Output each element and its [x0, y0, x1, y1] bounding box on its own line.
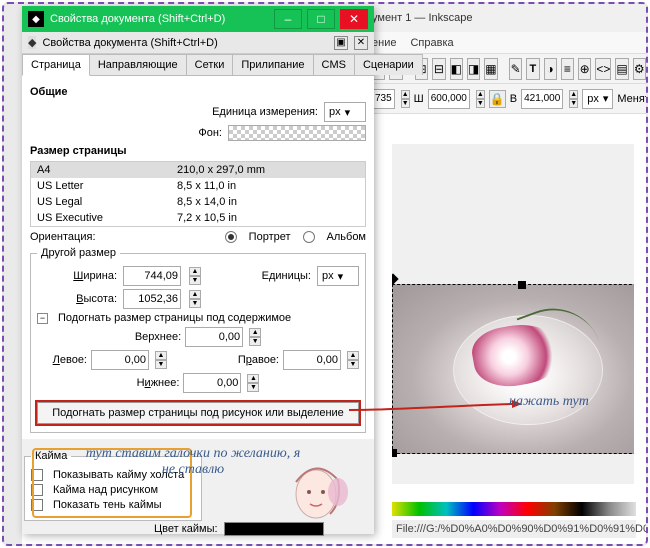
- minimize-button[interactable]: –: [274, 9, 302, 29]
- left-label: Левое:: [37, 354, 87, 366]
- dialog-tabs[interactable]: Страница Направляющие Сетки Прилипание C…: [22, 54, 374, 76]
- height-label: Высота:: [37, 293, 117, 305]
- dialog-body: Общие Единица измерения: px▾ Фон: Размер…: [22, 76, 374, 439]
- tool-icon[interactable]: ✎: [509, 58, 522, 80]
- border-color-label: Цвет каймы:: [154, 523, 218, 535]
- tab-snap[interactable]: Прилипание: [232, 54, 313, 75]
- tab-scripts[interactable]: Сценарии: [354, 54, 423, 75]
- bottom-label: Нижнее:: [137, 377, 180, 389]
- other-units-label: Единицы:: [262, 270, 311, 282]
- tab-grids[interactable]: Сетки: [186, 54, 234, 75]
- bg-label: Фон:: [198, 127, 222, 139]
- other-units-select[interactable]: px▾: [317, 266, 359, 286]
- tool-icon[interactable]: ⊕: [578, 58, 591, 80]
- dialog-icon: ◆: [28, 11, 44, 27]
- color-palette[interactable]: [392, 502, 636, 516]
- width-field[interactable]: 744,09: [123, 266, 181, 286]
- xml-icon[interactable]: <>: [595, 58, 611, 80]
- size-row: A4210,0 x 297,0 mm: [31, 162, 365, 178]
- bg-color-button[interactable]: [228, 125, 366, 141]
- canvas[interactable]: ↔: [392, 144, 634, 484]
- border-color-row: Цвет каймы:: [154, 522, 324, 536]
- close-panel-button[interactable]: ✕: [354, 36, 368, 50]
- other-size-legend: Другой размер: [37, 247, 120, 259]
- tool-icon[interactable]: ▤: [615, 58, 628, 80]
- inkscape-title: умент 1 — Inkscape: [372, 12, 472, 24]
- menu-help[interactable]: Справка: [410, 37, 453, 49]
- tool-icon[interactable]: ≡: [561, 58, 574, 80]
- tool-icon[interactable]: ⊟: [432, 58, 445, 80]
- size-row: US Executive7,2 x 10,5 in: [31, 210, 365, 226]
- dialog-subheader: ◆ Свойства документа (Shift+Ctrl+D) ▣ ✕: [22, 32, 374, 54]
- annotation-checks: тут ставим галочки по желанию, я не став…: [78, 446, 308, 478]
- height-field[interactable]: 1052,36: [123, 289, 181, 309]
- dialog-titlebar[interactable]: ◆ Свойства документа (Shift+Ctrl+D) – □ …: [22, 6, 374, 32]
- tool-icon[interactable]: ▦: [484, 58, 497, 80]
- unit-select[interactable]: px▾: [582, 89, 613, 109]
- dialog-sub-icon: ◆: [28, 36, 36, 49]
- collapse-toggle[interactable]: −: [37, 313, 48, 324]
- pagesize-heading: Размер страницы: [30, 145, 366, 157]
- page-size-list[interactable]: A4210,0 x 297,0 mm US Letter8,5 x 11,0 i…: [30, 161, 366, 227]
- x-field[interactable]: 735: [372, 89, 395, 109]
- dialog-title: Свойства документа (Shift+Ctrl+D): [50, 13, 225, 25]
- size-row: US Letter8,5 x 11,0 in: [31, 178, 365, 194]
- orientation-label: Ориентация:: [30, 231, 96, 243]
- right-label: Правое:: [238, 354, 279, 366]
- tool-icon[interactable]: ◑: [544, 58, 557, 80]
- fit-content-label: Подогнать размер страницы под содержимое: [58, 312, 291, 324]
- statusbar: File:///G:/%D0%A0%D0%90%D0%91%D0%91%D0%9…: [392, 520, 636, 538]
- close-button[interactable]: ✕: [340, 9, 368, 29]
- w-field[interactable]: 600,000: [428, 89, 470, 109]
- tab-page[interactable]: Страница: [22, 54, 90, 76]
- portrait-radio[interactable]: [225, 231, 237, 243]
- top-label: Верхнее:: [135, 331, 181, 343]
- dialog-subtitle: Свойства документа (Shift+Ctrl+D): [42, 37, 217, 49]
- menu-edit[interactable]: ение: [372, 37, 396, 49]
- size-row: US Legal8,5 x 14,0 in: [31, 194, 365, 210]
- text-tool-icon[interactable]: T: [526, 58, 539, 80]
- tab-cms[interactable]: CMS: [313, 54, 355, 75]
- other-size-group: Другой размер Ширина: 744,09▲▼ Единицы: …: [30, 247, 366, 433]
- top-field[interactable]: 0,00: [185, 327, 243, 347]
- general-heading: Общие: [30, 86, 366, 98]
- border-color-button[interactable]: [224, 522, 324, 536]
- width-label: Ширина:: [37, 270, 117, 282]
- right-field[interactable]: 0,00: [283, 350, 341, 370]
- maximize-button[interactable]: □: [307, 9, 335, 29]
- fit-page-button[interactable]: Подогнать размер страницы под рисунок ил…: [37, 402, 359, 424]
- units-label: Единица измерения:: [212, 106, 318, 118]
- bottom-field[interactable]: 0,00: [183, 373, 241, 393]
- tool-icon[interactable]: ◨: [467, 58, 480, 80]
- lock-icon[interactable]: 🔒: [489, 90, 506, 108]
- change-label: Менят: [617, 93, 648, 105]
- left-field[interactable]: 0,00: [91, 350, 149, 370]
- annotation-push-here: нажать тут: [509, 394, 589, 410]
- units-select[interactable]: px▾: [324, 102, 366, 122]
- w-label: Ш: [414, 93, 424, 105]
- tool-icon[interactable]: ◧: [450, 58, 463, 80]
- h-field[interactable]: 421,000: [521, 89, 563, 109]
- landscape-radio[interactable]: [303, 231, 315, 243]
- h-label: В: [510, 93, 517, 105]
- selected-image[interactable]: ↔: [392, 284, 634, 454]
- tool-icon[interactable]: ⚙: [633, 58, 646, 80]
- tab-guides[interactable]: Направляющие: [89, 54, 187, 75]
- annotation-face-icon: [282, 462, 354, 522]
- dock-button[interactable]: ▣: [334, 36, 348, 50]
